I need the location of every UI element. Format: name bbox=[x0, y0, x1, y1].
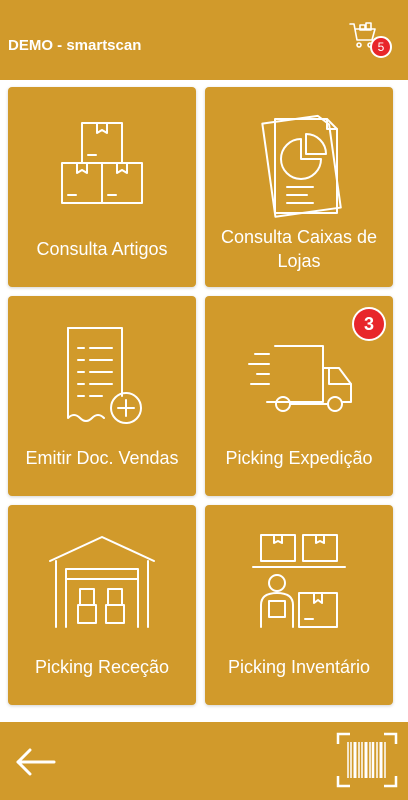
barcode-scan-icon bbox=[336, 732, 398, 788]
warehouse-icon bbox=[49, 536, 155, 628]
back-arrow-icon bbox=[16, 748, 56, 776]
tile-label: Consulta Caixas de Lojas bbox=[220, 227, 378, 271]
tile-label: Picking Expedição bbox=[225, 448, 373, 468]
menu-grid: Consulta Artigos Consulta Caixas de Loja… bbox=[0, 80, 408, 720]
report-chart-icon bbox=[261, 114, 342, 218]
back-button[interactable] bbox=[12, 742, 60, 782]
receipt-add-icon bbox=[67, 327, 142, 424]
boxes-icon bbox=[61, 122, 143, 204]
notification-badge: 3 bbox=[352, 307, 386, 341]
barcode-scan-button[interactable] bbox=[336, 732, 398, 788]
tile-picking-rececao[interactable]: Picking Receção bbox=[8, 505, 196, 705]
tile-consulta-artigos[interactable]: Consulta Artigos bbox=[8, 87, 196, 287]
cart-button[interactable]: 5 bbox=[346, 18, 398, 66]
inventory-worker-icon bbox=[252, 534, 346, 628]
app-title: DEMO - smartscan bbox=[8, 37, 142, 54]
app-bar: DEMO - smartscan 5 bbox=[0, 0, 408, 80]
tile-label: Picking Receção bbox=[34, 657, 170, 677]
cart-count-badge: 5 bbox=[370, 36, 392, 58]
tile-label: Picking Inventário bbox=[227, 657, 371, 677]
tile-consulta-caixas-lojas[interactable]: Consulta Caixas de Lojas bbox=[205, 87, 393, 287]
delivery-truck-icon bbox=[248, 345, 352, 412]
tile-label: Emitir Doc. Vendas bbox=[25, 448, 179, 468]
tile-label: Consulta Artigos bbox=[36, 239, 168, 259]
tile-emitir-doc-vendas[interactable]: Emitir Doc. Vendas bbox=[8, 296, 196, 496]
bottom-bar bbox=[0, 722, 408, 800]
tile-picking-expedicao[interactable]: Picking Expedição 3 bbox=[205, 296, 393, 496]
tile-picking-inventario[interactable]: Picking Inventário bbox=[205, 505, 393, 705]
